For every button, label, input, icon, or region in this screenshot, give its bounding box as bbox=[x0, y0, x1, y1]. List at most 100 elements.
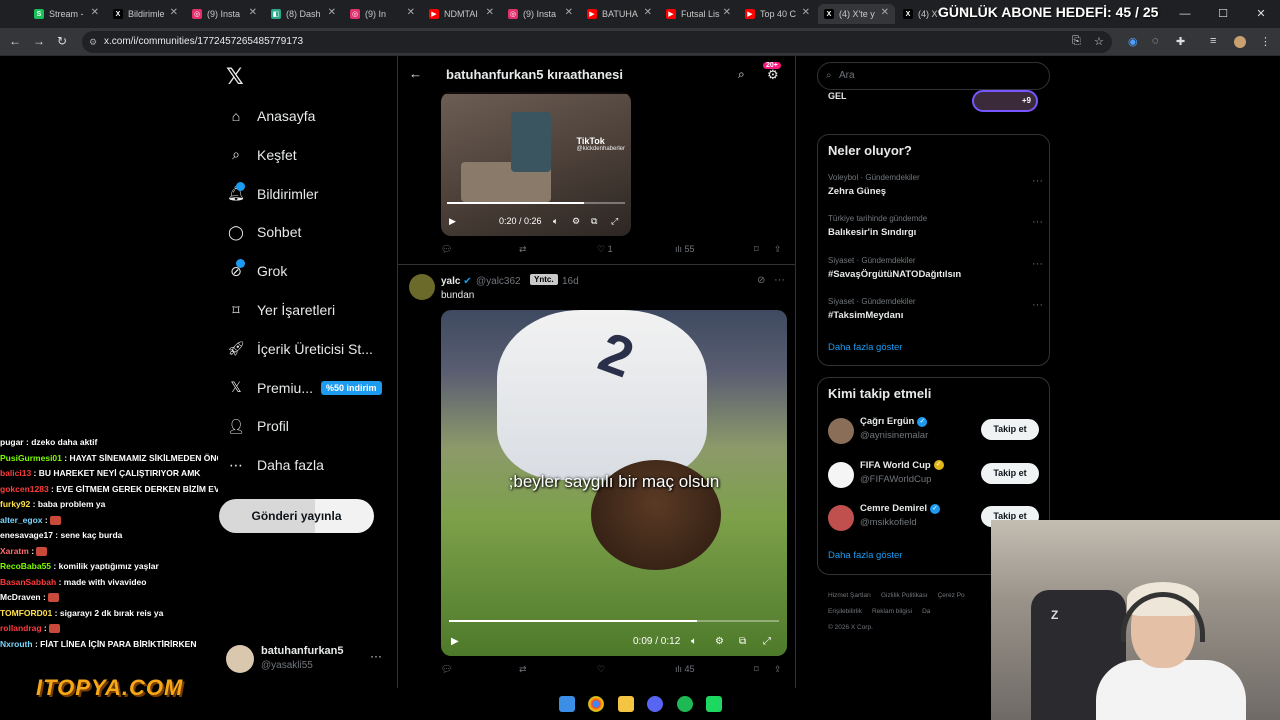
repost-icon[interactable]: ⇄ bbox=[519, 244, 527, 255]
trend-item[interactable]: Siyaset · Gündemdekiler #TaksimMeydanı ··· bbox=[828, 297, 1043, 321]
nav-item-1[interactable]: ⌂ Anasayfa bbox=[226, 104, 316, 128]
search-icon[interactable]: ⌕ bbox=[738, 67, 745, 82]
browser-tab[interactable]: ▶ Top 40 C ✕ bbox=[739, 4, 816, 24]
nav-item-9[interactable]: 👤︎ Profil bbox=[226, 414, 289, 438]
follow-button[interactable]: Takip et bbox=[981, 419, 1039, 440]
back-icon[interactable]: ← bbox=[9, 34, 21, 48]
browser-tab[interactable]: ◎ (9) In ✕ bbox=[344, 4, 421, 24]
fullscreen-icon[interactable]: ⤢ bbox=[611, 216, 618, 227]
follow-suggestion[interactable]: FIFA World Cup ✓ @FIFAWorldCup Takip et bbox=[828, 460, 1043, 492]
more-icon[interactable]: ··· bbox=[1032, 216, 1043, 228]
footer-link[interactable]: Gizlilik Politikası bbox=[881, 592, 928, 599]
picture-in-picture-icon[interactable]: ⧉ bbox=[739, 636, 746, 647]
reply-icon[interactable]: 💬︎ bbox=[441, 244, 452, 255]
tab-close-icon[interactable]: ✕ bbox=[328, 7, 336, 18]
grok-icon[interactable]: ⊘ bbox=[757, 275, 765, 286]
like-icon[interactable]: ♡ bbox=[597, 664, 605, 675]
file-explorer-icon[interactable] bbox=[618, 696, 634, 712]
more-icon[interactable]: ··· bbox=[1032, 258, 1043, 270]
volume-icon[interactable]: 🔈︎ bbox=[553, 216, 558, 227]
play-icon[interactable]: ▶ bbox=[451, 636, 459, 647]
tab-close-icon[interactable]: ✕ bbox=[249, 7, 257, 18]
browser-tab[interactable]: ◎ (9) Insta ✕ bbox=[186, 4, 263, 24]
forward-icon[interactable]: → bbox=[33, 34, 45, 48]
extension-icon[interactable]: ◌ bbox=[1152, 35, 1159, 47]
x-logo-icon[interactable]: 𝕏 bbox=[226, 64, 244, 90]
browser-tab[interactable]: X (4) X'te y ✕ bbox=[818, 4, 895, 24]
play-icon[interactable]: ▶ bbox=[449, 216, 456, 227]
footer-link[interactable]: Da bbox=[922, 608, 930, 615]
back-arrow-icon[interactable]: ← bbox=[409, 66, 422, 81]
video-progress[interactable] bbox=[449, 620, 779, 622]
picture-in-picture-icon[interactable]: ⧉ bbox=[591, 216, 597, 227]
space-listeners-pill[interactable]: +9 bbox=[972, 90, 1038, 112]
avatar[interactable] bbox=[409, 274, 435, 300]
tab-close-icon[interactable]: ✕ bbox=[881, 7, 889, 18]
browser-tab[interactable]: ◧ (8) Dash ✕ bbox=[265, 4, 342, 24]
video-player[interactable]: TikTok @kickdenhaberler ▶ 0:20 / 0:26 🔈︎ … bbox=[441, 92, 631, 236]
share-icon[interactable]: ⇪ bbox=[774, 244, 782, 255]
tab-close-icon[interactable]: ✕ bbox=[565, 7, 573, 18]
avatar[interactable] bbox=[828, 418, 854, 444]
menu-icon[interactable]: ⋮ bbox=[1260, 35, 1271, 48]
tab-close-icon[interactable]: ✕ bbox=[644, 7, 652, 18]
minimize-icon[interactable]: — bbox=[1166, 0, 1204, 28]
trend-item[interactable]: Voleybol · Gündemdekiler Zehra Güneş ··· bbox=[828, 173, 1043, 197]
share-icon[interactable]: ⇪ bbox=[774, 664, 782, 675]
show-more-link[interactable]: Daha fazla göster bbox=[828, 550, 902, 561]
more-icon[interactable]: ··· bbox=[1032, 299, 1043, 311]
nav-item-3[interactable]: 🔔︎ Bildirimler bbox=[226, 181, 318, 206]
reply-icon[interactable]: 💬︎ bbox=[441, 664, 452, 675]
site-info-icon[interactable]: ⚙ bbox=[89, 31, 97, 53]
nav-item-5[interactable]: ⊘ Grok bbox=[226, 259, 287, 283]
tab-close-icon[interactable]: ✕ bbox=[486, 7, 494, 18]
search-input[interactable]: ⌕ Ara bbox=[817, 62, 1050, 90]
nav-item-2[interactable]: ⌕ Keşfet bbox=[226, 143, 297, 167]
browser-tab[interactable]: ▶ NDMTAI ✕ bbox=[423, 4, 500, 24]
tab-close-icon[interactable]: ✕ bbox=[170, 7, 178, 18]
discord-icon[interactable] bbox=[647, 696, 663, 712]
close-icon[interactable]: ✕ bbox=[1242, 0, 1280, 28]
browser-tab[interactable]: ▶ BATUHA ✕ bbox=[581, 4, 658, 24]
bookmark-icon[interactable]: ⌑ bbox=[754, 664, 759, 675]
more-icon[interactable]: ··· bbox=[774, 274, 785, 286]
more-icon[interactable]: ··· bbox=[370, 649, 382, 663]
repost-icon[interactable]: ⇄ bbox=[519, 664, 527, 675]
avatar[interactable] bbox=[828, 505, 854, 531]
settings-icon[interactable]: ⚙ bbox=[715, 636, 724, 647]
follow-suggestion[interactable]: Çağrı Ergün ✓ @aynisinemalar Takip et bbox=[828, 416, 1043, 448]
bookmark-icon[interactable]: ⌑ bbox=[754, 244, 759, 255]
more-icon[interactable]: ··· bbox=[1032, 175, 1043, 187]
settings-icon[interactable]: ⚙ bbox=[767, 67, 779, 83]
views-count[interactable]: ılı 55 bbox=[675, 244, 695, 254]
profile-avatar[interactable] bbox=[1234, 36, 1246, 48]
avatar[interactable] bbox=[828, 461, 854, 488]
video-player[interactable]: 2 ;beyler saygılı bir maç olsun ▶ 0:09 /… bbox=[441, 310, 787, 656]
windows-start-icon[interactable] bbox=[559, 696, 575, 712]
streaming-app-icon[interactable] bbox=[706, 696, 722, 712]
browser-tab[interactable]: ▶ Futsal Lis ✕ bbox=[660, 4, 737, 24]
footer-link[interactable]: Erişilebilirlik bbox=[828, 608, 862, 615]
nav-item-8[interactable]: 𝕏 Premiu... %50 indirim bbox=[226, 376, 382, 400]
tab-close-icon[interactable]: ✕ bbox=[91, 7, 99, 18]
maximize-icon[interactable]: ☐ bbox=[1204, 0, 1242, 28]
puzzle-icon[interactable]: ✚ bbox=[1176, 35, 1185, 48]
nav-item-7[interactable]: 🚀︎ İçerik Üreticisi St... bbox=[226, 337, 373, 361]
nav-item-6[interactable]: ⌑ Yer İşaretleri bbox=[226, 298, 335, 322]
browser-tab[interactable]: S Stream - ✕ bbox=[28, 4, 105, 24]
footer-link[interactable]: Hizmet Şartları bbox=[828, 592, 871, 599]
address-bar[interactable]: ⚙ x.com/i/communities/177245726548577917… bbox=[82, 31, 1112, 53]
reading-list-icon[interactable]: ≡ bbox=[1210, 35, 1216, 47]
fullscreen-icon[interactable]: ⤢ bbox=[763, 636, 771, 647]
post-button[interactable]: Gönderi yayınla bbox=[219, 499, 374, 533]
volume-icon[interactable]: 🔈︎ bbox=[691, 636, 697, 647]
browser-tab[interactable]: X Bildirimle ✕ bbox=[107, 4, 184, 24]
post-author[interactable]: yalc ✔ bbox=[441, 276, 472, 287]
browser-tab[interactable]: ◎ (9) Insta ✕ bbox=[502, 4, 579, 24]
tab-close-icon[interactable]: ✕ bbox=[723, 7, 731, 18]
show-more-link[interactable]: Daha fazla göster bbox=[828, 342, 902, 353]
video-progress[interactable] bbox=[447, 202, 625, 204]
extension-icon[interactable]: ◉ bbox=[1128, 35, 1138, 48]
nav-item-10[interactable]: ⋯ Daha fazla bbox=[226, 453, 324, 477]
footer-link[interactable]: Reklam bilgisi bbox=[872, 608, 912, 615]
